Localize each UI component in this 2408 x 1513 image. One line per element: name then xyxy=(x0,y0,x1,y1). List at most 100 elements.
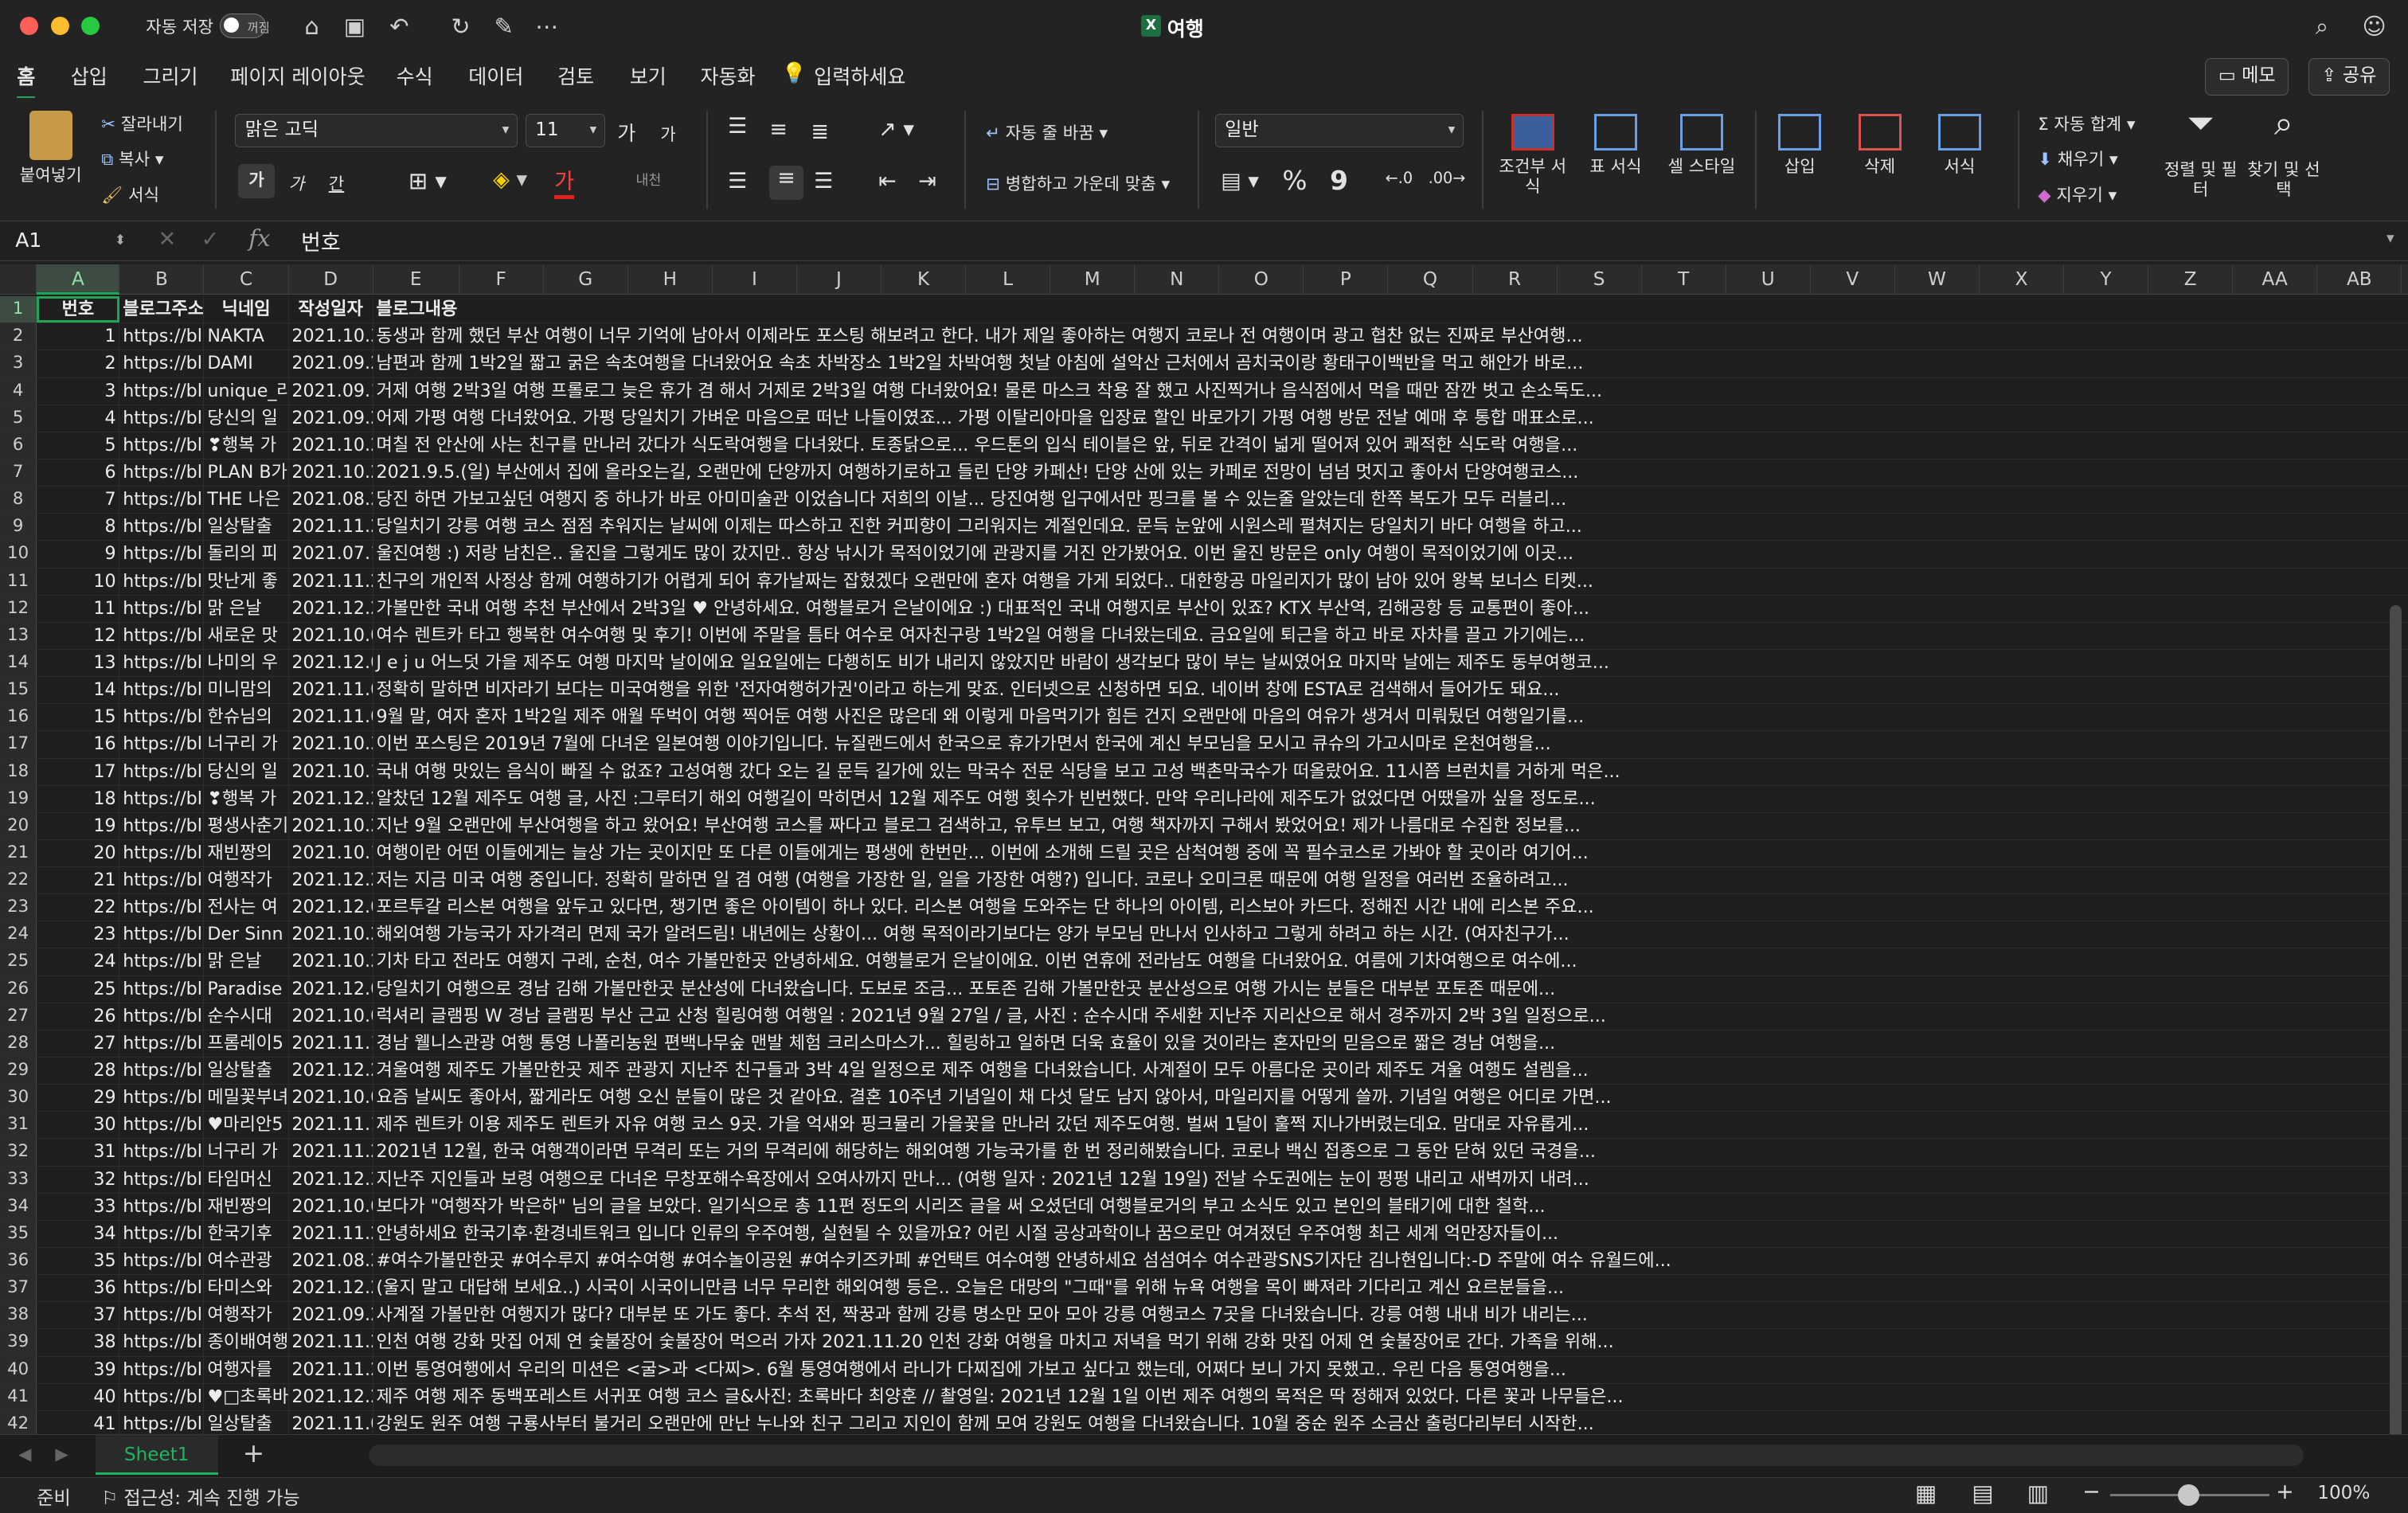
cell-content[interactable]: 울진여행 :) 저랑 남친은.. 울진을 그렇게도 많이 갔지만.. 항상 낚시… xyxy=(373,541,1577,567)
row-header[interactable]: 14 xyxy=(0,649,37,677)
prev-sheet-icon[interactable]: ◀ xyxy=(18,1445,31,1464)
cell-content[interactable]: 겨울여행 제주도 가볼만한곳 제주 관광지 지난주 친구들과 3박 4일 일정으… xyxy=(373,1058,1592,1084)
cell-number[interactable]: 38 xyxy=(37,1329,120,1356)
cell-date[interactable]: 2021.10.22 xyxy=(289,948,373,975)
row-header[interactable]: 22 xyxy=(0,867,37,894)
cell-date[interactable]: 2021.12.22 xyxy=(289,1275,373,1302)
delete-cells-button[interactable]: 삭제 xyxy=(1846,113,1914,177)
cell-blog-url[interactable]: https://blo xyxy=(119,1085,205,1112)
cell-content[interactable]: J e j u 어느덧 가을 제주도 여행 마지막 날이에요 일요일에는 다행히… xyxy=(373,650,1612,676)
cell-blog-url[interactable]: https://blo xyxy=(119,350,205,377)
cell-nickname[interactable]: DAMI xyxy=(205,350,289,377)
cell-number[interactable]: 17 xyxy=(37,758,120,785)
cell-number[interactable]: 23 xyxy=(37,921,120,948)
cell-date[interactable]: 2021.12.22 xyxy=(289,785,373,812)
row-header[interactable]: 8 xyxy=(0,487,37,514)
cell-number[interactable]: 34 xyxy=(37,1220,120,1247)
select-all-corner[interactable] xyxy=(0,264,37,295)
cell-content[interactable]: 동생과 함께 했던 부산 여행이 너무 기억에 남아서 이제라도 포스팅 해보려… xyxy=(373,323,1586,350)
cell-content[interactable]: 안녕하세요 한국기후·환경네트워크 입니다 인류의 우주여행, 실현될 수 있을… xyxy=(373,1221,1562,1247)
normal-view-icon[interactable]: ▦ xyxy=(1915,1480,1937,1507)
cell-content[interactable]: 럭셔리 글램핑 W 경남 글램핑 부산 근교 산청 힐링여행 여행일 : 202… xyxy=(373,1003,1609,1030)
cell-number[interactable]: 31 xyxy=(37,1139,120,1166)
header-cell[interactable]: 번호 xyxy=(37,296,120,323)
tab-review[interactable]: 검토 xyxy=(557,61,594,90)
number-format-select[interactable]: 일반 ▾ xyxy=(1214,113,1464,148)
cell-number[interactable]: 2 xyxy=(37,350,120,377)
column-header-p[interactable]: P xyxy=(1304,264,1389,295)
cell-number[interactable]: 29 xyxy=(37,1085,120,1112)
row-header[interactable]: 27 xyxy=(0,1003,37,1030)
cell-number[interactable]: 32 xyxy=(37,1166,120,1193)
cell-blog-url[interactable]: https://blo xyxy=(119,377,205,405)
cancel-icon[interactable]: ✕ xyxy=(158,227,177,252)
page-break-view-icon[interactable]: ▥ xyxy=(2027,1480,2049,1507)
cell-date[interactable]: 2021.11.25 xyxy=(289,1329,373,1356)
cell-content[interactable]: 가볼만한 국내 여행 추천 부산에서 2박3일 ♥ 안녕하세요. 여행블로거 은… xyxy=(373,596,1593,622)
column-header-x[interactable]: X xyxy=(1980,264,2065,295)
account-icon[interactable]: ☺ xyxy=(2359,11,2390,42)
document-title[interactable]: 여행 xyxy=(1167,14,1204,42)
cell-number[interactable]: 16 xyxy=(37,731,120,758)
row-header[interactable]: 34 xyxy=(0,1193,37,1220)
cell-nickname[interactable]: 한슈님의 xyxy=(205,704,289,731)
cell-date[interactable]: 2021.11.22 xyxy=(289,568,373,595)
cell-number[interactable]: 35 xyxy=(37,1247,120,1275)
row-header[interactable]: 11 xyxy=(0,568,37,595)
cell-content[interactable]: 지난 9월 오랜만에 부산여행을 하고 왔어요! 부산여행 코스를 짜다고 블로… xyxy=(373,813,1584,839)
cell-blog-url[interactable]: https://blo xyxy=(119,894,205,921)
tab-insert[interactable]: 삽입 xyxy=(71,61,108,90)
cell-nickname[interactable]: NAKTA xyxy=(205,323,289,350)
cell-blog-url[interactable]: https://blo xyxy=(119,622,205,649)
cell-content[interactable]: 9월 말, 여자 혼자 1박2일 제주 애월 뚜벅이 여행 찍어둔 여행 사진은… xyxy=(373,704,1587,730)
clear-button[interactable]: ◆ 지우기 ▾ xyxy=(2038,182,2117,206)
cell-content[interactable]: 당일치기 강릉 여행 코스 점점 추워지는 날씨에 이제는 따스하고 진한 커피… xyxy=(373,514,1585,540)
row-header[interactable]: 7 xyxy=(0,459,37,487)
row-header[interactable]: 24 xyxy=(0,921,37,948)
cell-number[interactable]: 36 xyxy=(37,1275,120,1302)
cell-content[interactable]: 2021.9.5.(일) 부산에서 집에 올라오는길, 오랜만에 단양까지 여행… xyxy=(373,459,1582,486)
cell-content[interactable]: 여수 렌트카 타고 행복한 여수여행 및 후기! 이번에 주말을 틈타 여수로 … xyxy=(373,623,1588,649)
cell-date[interactable]: 2021.09.20 xyxy=(289,1302,373,1329)
cell-blog-url[interactable]: https://blo xyxy=(119,1139,205,1166)
cell-date[interactable]: 2021.12.24 xyxy=(289,867,373,894)
cell-date[interactable]: 2021.11.01 xyxy=(289,677,373,704)
cell-date[interactable]: 2021.10.23 xyxy=(289,812,373,839)
cell-content[interactable]: (울지 말고 대답해 보세요..) 시국이 시국이니만큼 너무 무리한 해외여행… xyxy=(373,1275,1567,1301)
row-header[interactable]: 35 xyxy=(0,1220,37,1247)
column-header-a[interactable]: A xyxy=(37,264,120,295)
insert-function-button[interactable]: fx xyxy=(248,225,270,252)
enter-icon[interactable]: ✓ xyxy=(201,227,220,252)
conditional-format-button[interactable]: 조건부 서식 xyxy=(1495,113,1570,197)
cell-number[interactable]: 28 xyxy=(37,1058,120,1085)
cell-date[interactable]: 2021.11.26 xyxy=(289,514,373,541)
cell-number[interactable]: 20 xyxy=(37,839,120,867)
row-header[interactable]: 5 xyxy=(0,405,37,432)
tab-draw[interactable]: 그리기 xyxy=(143,61,197,90)
row-header[interactable]: 37 xyxy=(0,1275,37,1302)
format-painter-button[interactable]: 🖌 서식 xyxy=(101,182,159,206)
row-header[interactable]: 15 xyxy=(0,677,37,704)
row-header[interactable]: 12 xyxy=(0,595,37,622)
cell-nickname[interactable]: 미니맘의 xyxy=(205,677,289,704)
zoom-in-button[interactable]: + xyxy=(2276,1480,2294,1504)
cell-blog-url[interactable]: https://blo xyxy=(119,487,205,514)
header-cell[interactable]: 블로그내용 xyxy=(373,296,461,323)
cell-number[interactable]: 1 xyxy=(37,323,120,350)
cell-blog-url[interactable]: https://blo xyxy=(119,1302,205,1329)
cell-number[interactable]: 24 xyxy=(37,948,120,975)
cell-nickname[interactable]: ❣행복 가 xyxy=(205,432,289,459)
cell-date[interactable]: 2021.10.05 xyxy=(289,1003,373,1030)
column-header-f[interactable]: F xyxy=(459,264,544,295)
cell-number[interactable]: 4 xyxy=(37,405,120,432)
row-header[interactable]: 3 xyxy=(0,350,37,377)
font-color-button[interactable]: 가 xyxy=(554,164,575,200)
cell-content[interactable]: 인천 여행 강화 맛집 어제 연 숯불장어 숯불장어 먹으러 가자 2021.1… xyxy=(373,1329,1617,1355)
cell-date[interactable]: 2021.11.15 xyxy=(289,1030,373,1058)
align-center-icon[interactable]: ≡ xyxy=(769,166,803,200)
cell-nickname[interactable]: ♥□초록바 xyxy=(205,1383,289,1410)
cell-nickname[interactable]: 타임머신 xyxy=(205,1166,289,1193)
column-header-z[interactable]: Z xyxy=(2148,264,2234,295)
cell-content[interactable]: 기차 타고 전라도 여행지 구례, 순천, 여수 가볼만한곳 안녕하세요. 여행… xyxy=(373,948,1581,975)
cell-nickname[interactable]: 돌리의 피 xyxy=(205,541,289,568)
